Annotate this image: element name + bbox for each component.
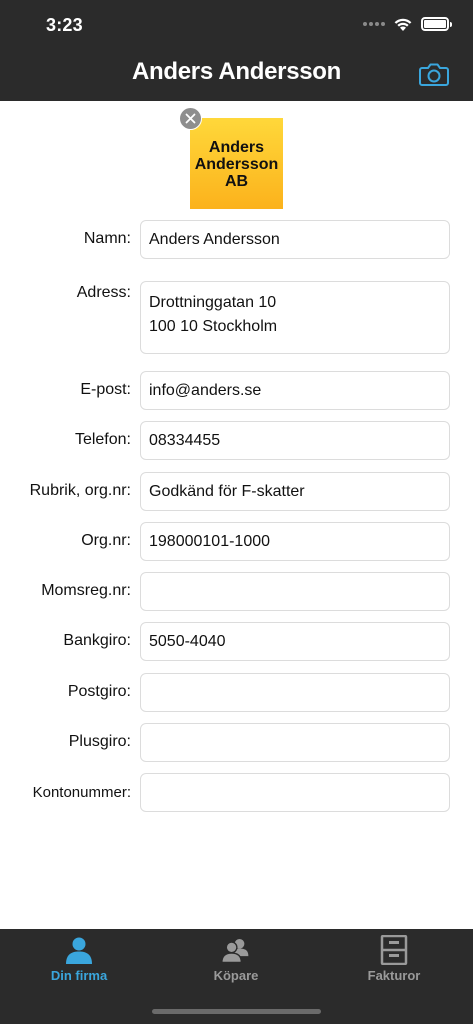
tab-fakturor[interactable]: Fakturor [315, 929, 473, 989]
tab-label: Din firma [50, 968, 108, 983]
home-indicator[interactable] [152, 1009, 321, 1014]
vat-nr-label: Momsreg.nr: [41, 582, 131, 599]
page-title: Anders Andersson [131, 58, 342, 85]
cellular-signal-icon [363, 22, 385, 26]
org-nr-field[interactable]: 198000101-1000 [140, 522, 450, 561]
top-bar: 3:23 Anders Andersson [0, 0, 473, 101]
name-field[interactable]: Anders Andersson [140, 220, 450, 259]
address-label: Adress: [76, 284, 131, 301]
vat-nr-field[interactable] [140, 572, 450, 611]
close-icon [185, 113, 196, 124]
rubric-field[interactable]: Godkänd för F-skatter [140, 472, 450, 511]
account-number-label: Kontonummer: [32, 784, 131, 801]
address-line: Drottninggatan 10 [149, 294, 277, 311]
camera-icon[interactable] [419, 62, 449, 86]
logo-line: Andersson [194, 156, 279, 173]
logo-image: Anders Andersson AB [190, 118, 283, 209]
tab-kopare[interactable]: Köpare [157, 929, 315, 989]
company-logo[interactable]: Anders Andersson AB [190, 118, 283, 209]
account-number-field[interactable] [140, 773, 450, 812]
rubric-label: Rubrik, org.nr: [29, 482, 131, 499]
bankgiro-field[interactable]: 5050-4040 [140, 622, 450, 661]
postgiro-label: Postgiro: [67, 683, 131, 700]
cabinet-icon [380, 935, 408, 965]
people-icon [221, 938, 249, 964]
logo-line: AB [224, 173, 249, 190]
tab-label: Fakturor [367, 968, 421, 983]
email-label: E-post: [80, 381, 131, 398]
phone-field[interactable]: 08334455 [140, 421, 450, 460]
postgiro-field[interactable] [140, 673, 450, 712]
logo-line: Anders [208, 139, 265, 156]
phone-label: Telefon: [74, 431, 131, 448]
org-nr-label: Org.nr: [81, 532, 131, 549]
status-time: 3:23 [46, 15, 83, 35]
name-label: Namn: [83, 230, 131, 247]
address-field[interactable]: Drottninggatan 10 100 10 Stockholm [140, 281, 450, 354]
bankgiro-label: Bankgiro: [63, 632, 131, 649]
tab-din-firma[interactable]: Din firma [0, 929, 158, 989]
plusgiro-field[interactable] [140, 723, 450, 762]
plusgiro-label: Plusgiro: [68, 733, 131, 750]
remove-logo-button[interactable] [179, 107, 202, 130]
person-icon [66, 937, 92, 964]
email-field[interactable]: info@anders.se [140, 371, 450, 410]
wifi-icon [394, 18, 412, 31]
address-line: 100 10 Stockholm [149, 318, 278, 335]
status-icons [363, 16, 452, 32]
tab-label: Köpare [213, 968, 259, 983]
battery-icon [421, 17, 452, 31]
